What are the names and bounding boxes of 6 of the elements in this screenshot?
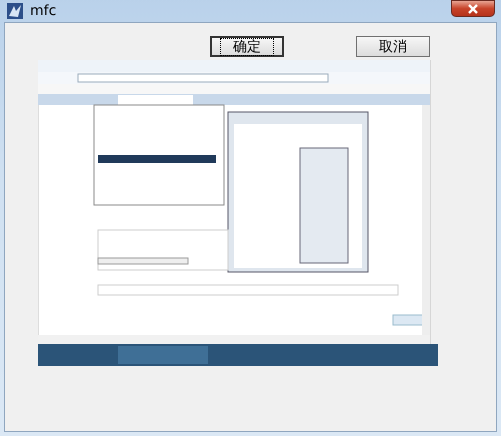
app-icon (6, 2, 24, 20)
close-button[interactable] (451, 0, 495, 17)
window-title: mfc (30, 2, 56, 20)
dialog-button[interactable]: 确定 (210, 36, 284, 57)
close-icon (467, 4, 479, 14)
dialog-button[interactable]: 取消 (356, 36, 430, 57)
